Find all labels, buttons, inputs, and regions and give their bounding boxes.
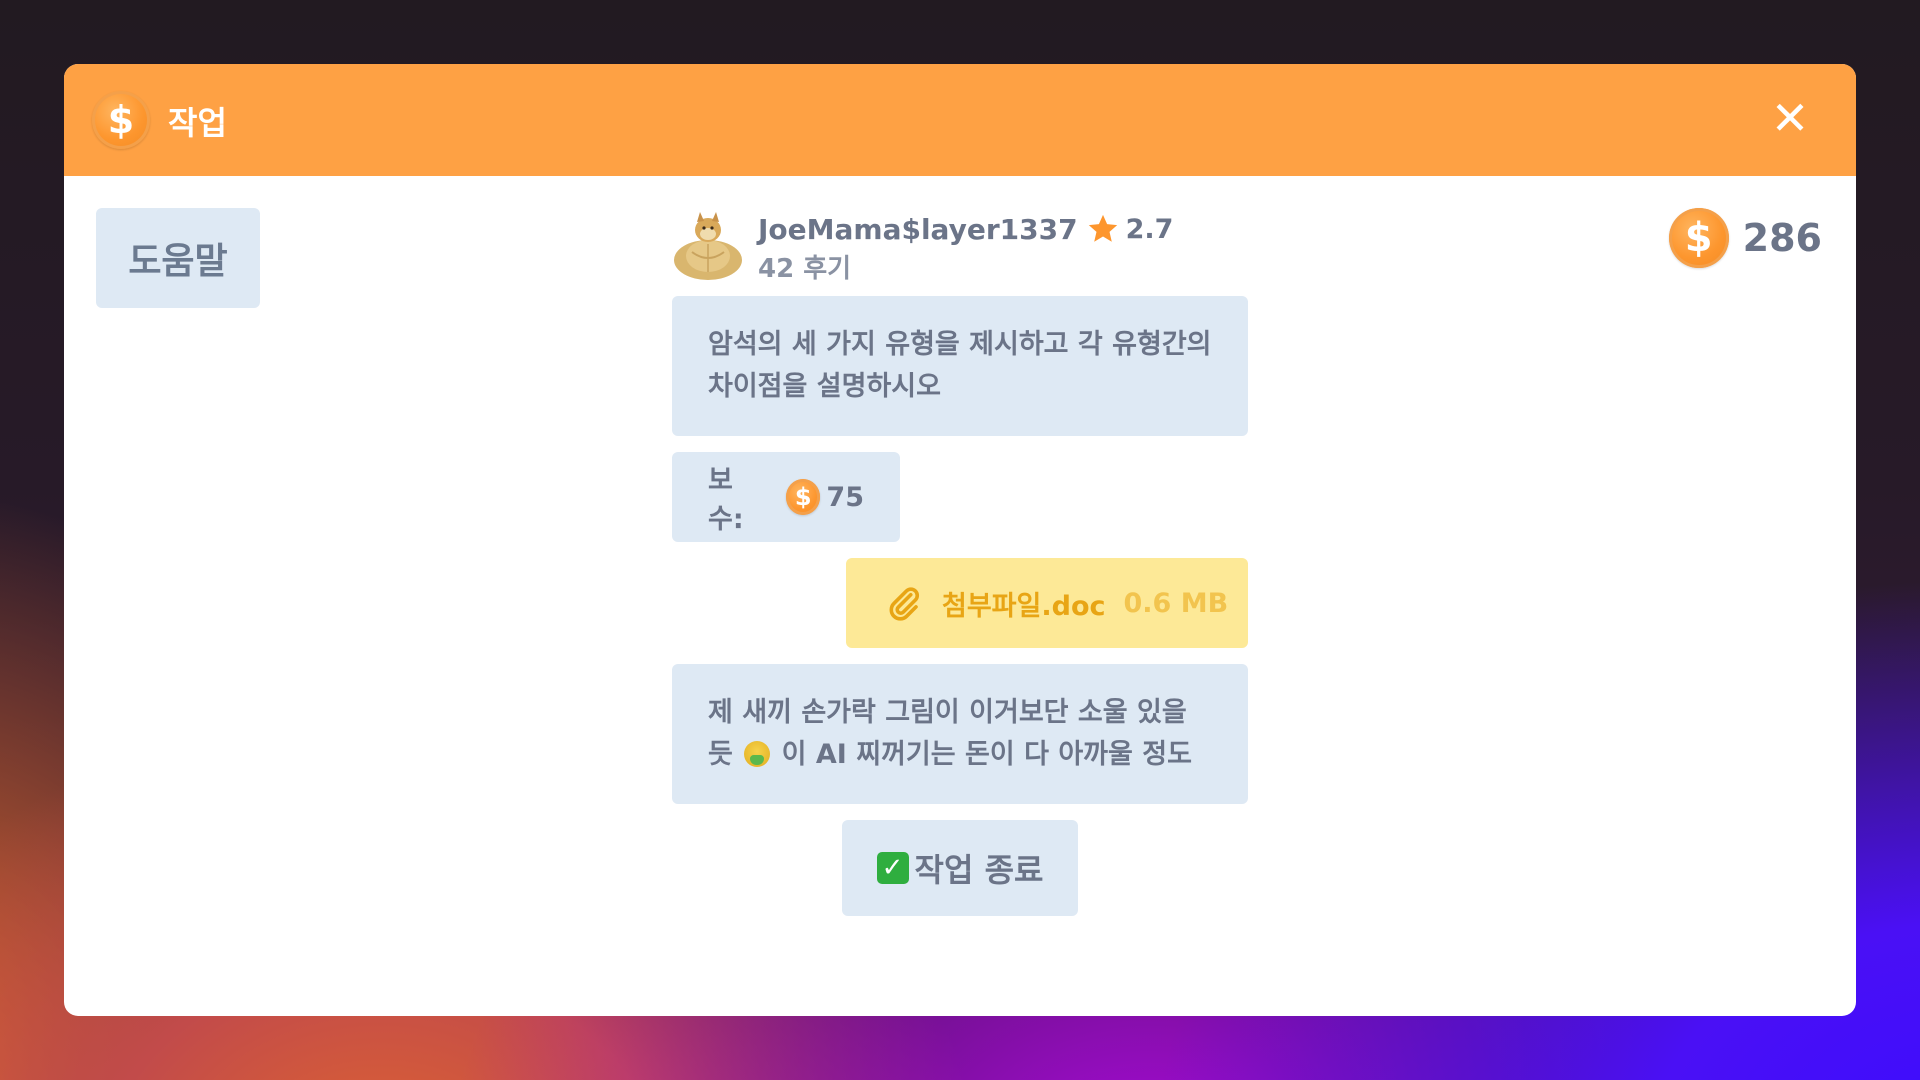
balance-value: 286 bbox=[1742, 216, 1822, 260]
finish-task-label: 작업 종료 bbox=[914, 851, 1044, 889]
window-title: 작업 bbox=[168, 104, 227, 142]
attachment-bubble[interactable]: 첨부파일.doc 0.6 MB bbox=[846, 558, 1248, 648]
review-count[interactable]: 42 후기 bbox=[758, 248, 1173, 285]
help-button[interactable]: 도움말 bbox=[96, 208, 260, 308]
username[interactable]: JoeMama$layer1337 bbox=[758, 213, 1078, 246]
check-mark-icon: ✓ bbox=[876, 852, 909, 884]
finish-task-button[interactable]: ✓ 작업 종료 bbox=[842, 820, 1078, 916]
coin-balance: $ 286 bbox=[1668, 208, 1822, 268]
requester-profile[interactable]: JoeMama$layer1337 2.7 42 후기 bbox=[672, 208, 1173, 285]
attachment-size: 0.6 MB bbox=[1123, 587, 1229, 619]
task-question-bubble: 암석의 세 가지 유형을 제시하고 각 유형간의 차이점을 설명하시오 bbox=[672, 296, 1248, 436]
close-button[interactable]: ✕ bbox=[1766, 91, 1814, 145]
paperclip-icon bbox=[889, 587, 919, 621]
comment-line: 제 새끼 손가락 그림이 이거보단 소울 있을 bbox=[708, 697, 1187, 728]
comment-bubble: 제 새끼 손가락 그림이 이거보단 소울 있을 듯 이 AI 찌꺼기는 돈이 다… bbox=[672, 664, 1248, 804]
comment-text: 듯 bbox=[708, 739, 733, 770]
question-line: 암석의 세 가지 유형을 제시하고 각 유형간의 bbox=[708, 329, 1212, 360]
question-line: 차이점을 설명하시오 bbox=[708, 371, 941, 402]
comment-text: 이 AI 찌꺼기는 돈이 다 아까울 정도 bbox=[781, 739, 1192, 770]
reward-value: 75 bbox=[826, 481, 864, 513]
attachment-name[interactable]: 첨부파일.doc bbox=[942, 584, 1106, 623]
star-icon bbox=[1088, 214, 1117, 242]
reward-bubble: 보수: $ 75 bbox=[672, 452, 900, 542]
task-window: $ 작업 ✕ 도움말 $ 286 JoeMama$layer1337 2.7 4… bbox=[64, 64, 1856, 1016]
coin-icon: $ bbox=[785, 479, 821, 515]
reward-label: 보수: bbox=[708, 465, 744, 535]
nauseated-face-icon bbox=[744, 741, 771, 767]
title-bar: $ 작업 ✕ bbox=[64, 64, 1856, 176]
rating-value: 2.7 bbox=[1125, 213, 1174, 245]
avatar[interactable] bbox=[672, 208, 744, 280]
coin-icon: $ bbox=[92, 91, 150, 149]
coin-icon: $ bbox=[1668, 208, 1729, 268]
